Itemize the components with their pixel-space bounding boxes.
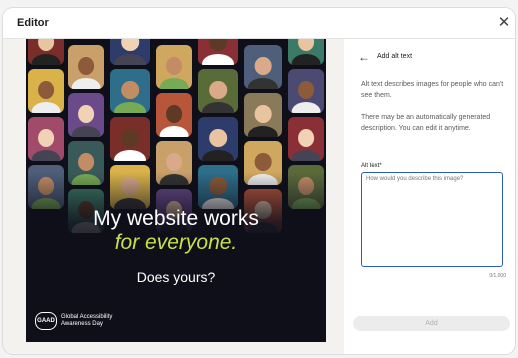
portrait-face (38, 39, 54, 51)
portrait-tile (156, 45, 192, 89)
panel-description-1: Alt text describes images for people who… (361, 81, 504, 99)
portrait-tile (110, 39, 150, 65)
add-button[interactable]: Add (353, 316, 510, 331)
portrait-shoulders (31, 150, 61, 161)
portrait-face (78, 57, 94, 75)
image-preview: My website works for everyone. Does your… (26, 39, 326, 342)
portrait-face (121, 129, 139, 147)
portrait-shoulders (114, 150, 146, 161)
portrait-tile (68, 45, 104, 89)
portrait-tile (244, 93, 282, 137)
portrait-shoulders (71, 78, 101, 89)
portrait-tile (68, 93, 104, 137)
portrait-tile (288, 117, 324, 161)
portrait-face (254, 105, 272, 123)
portrait-tile (244, 45, 282, 89)
portrait-face (209, 39, 227, 51)
portrait-tile (198, 117, 238, 161)
portrait-face (38, 81, 54, 99)
gaad-text-line2: Awareness Day (61, 321, 103, 327)
image-subline: Does yours? (136, 269, 216, 285)
alt-text-input[interactable] (361, 172, 503, 267)
gaad-logo: GAAD Global Accessibility Awareness Day (35, 312, 112, 330)
portrait-face (121, 81, 139, 99)
portrait-face (254, 153, 272, 171)
portrait-face (78, 153, 94, 171)
portrait-face (209, 81, 227, 99)
portrait-face (209, 129, 227, 147)
portrait-shoulders (247, 126, 279, 137)
portrait-face (78, 105, 94, 123)
portrait-tile (156, 93, 192, 137)
portrait-shoulders (159, 126, 189, 137)
portrait-tile (198, 69, 238, 113)
close-icon[interactable]: ✕ (495, 14, 513, 32)
portrait-shoulders (291, 150, 321, 161)
portrait-tile (28, 117, 64, 161)
portrait-tile (288, 69, 324, 113)
portrait-tile (110, 69, 150, 113)
portrait-shoulders (247, 78, 279, 89)
portrait-tile (288, 39, 324, 65)
dialog-title: Editor (17, 17, 49, 29)
portrait-shoulders (31, 54, 61, 65)
portrait-shoulders (202, 102, 234, 113)
gaad-badge: GAAD (35, 312, 57, 330)
portrait-shoulders (291, 102, 321, 113)
panel-title: Add alt text (377, 53, 413, 60)
portrait-tile (28, 69, 64, 113)
image-headline-accent: for everyone. (114, 231, 238, 254)
panel-description-2: There may be an automatically generated … (361, 114, 491, 132)
gaad-text-line1: Global Accessibility (61, 314, 113, 320)
gaad-logo-text: Global Accessibility Awareness Day (61, 314, 112, 328)
portrait-shoulders (159, 78, 189, 89)
portrait-shoulders (31, 102, 61, 113)
portrait-face (298, 81, 314, 99)
portrait-shoulders (114, 102, 146, 113)
portrait-tile (28, 39, 64, 65)
portrait-face (166, 57, 182, 75)
portrait-shoulders (71, 126, 101, 137)
portrait-face (166, 153, 182, 171)
character-counter: 0/1,000 (489, 273, 506, 279)
portrait-face (254, 57, 272, 75)
arrow-left-icon[interactable]: ← (358, 50, 370, 64)
image-headline: My website works (93, 207, 259, 230)
portrait-tile (198, 39, 238, 65)
portrait-face (298, 39, 314, 51)
alt-text-label: Alt text* (361, 163, 382, 169)
portrait-face (298, 129, 314, 147)
portrait-shoulders (202, 54, 234, 65)
portrait-face (166, 105, 182, 123)
portrait-face (121, 39, 139, 51)
portrait-shoulders (202, 150, 234, 161)
editor-dialog: Editor ✕ My website works for everyone. … (3, 8, 515, 354)
portrait-tile (110, 117, 150, 161)
portrait-face (38, 129, 54, 147)
alt-text-panel: ← Add alt text Alt text describes images… (344, 39, 515, 354)
portrait-shoulders (291, 54, 321, 65)
portrait-shoulders (114, 54, 146, 65)
dialog-header: Editor ✕ (3, 8, 515, 39)
